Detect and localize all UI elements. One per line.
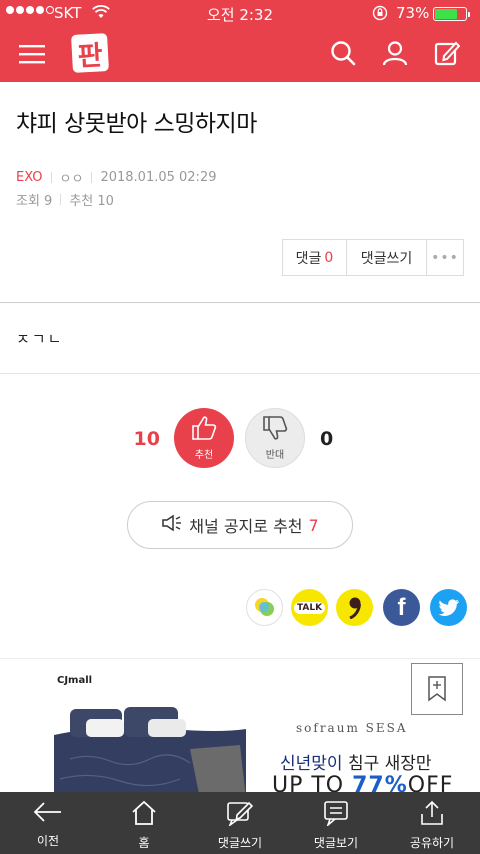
status-bar: SKT 오전 2:32 73% [0, 0, 480, 26]
article-meta: EXO ㅇㅇ 2018.01.05 02:29 [16, 168, 216, 187]
write-comment-icon [226, 800, 254, 830]
search-icon[interactable] [328, 38, 358, 68]
downvote-count: 0 [320, 428, 334, 450]
kakao-story-icon[interactable] [246, 589, 283, 626]
upvote-label: 추천 [194, 450, 214, 461]
ad-promo: UP TO 77%OFF [272, 773, 454, 792]
advertisement-banner[interactable]: CJmall sofraum SESA 신년맞이 침구 새장만 UP TO 77… [0, 658, 480, 792]
thumbs-down-icon [261, 415, 289, 445]
article-stats: 조회 9 추천 10 [16, 190, 114, 209]
battery-icon [433, 7, 470, 21]
tab-label: 공유하기 [409, 836, 455, 850]
bottom-toolbar: 이전 홈 댓글쓰기 댓글보기 공유하기 [0, 792, 480, 854]
notice-label: 채널 공지로 추천 [189, 517, 303, 536]
menu-icon[interactable] [16, 40, 48, 68]
recommend-count: 추천 10 [69, 194, 114, 209]
ad-headline: 신년맞이 침구 새장만 [280, 754, 432, 774]
megaphone-icon [161, 514, 183, 536]
tab-back[interactable]: 이전 [0, 792, 96, 854]
divider [0, 373, 480, 374]
tab-label: 홈 [138, 836, 150, 850]
upvote-count: 10 [133, 428, 160, 450]
compose-icon[interactable] [432, 38, 462, 68]
kakao-talk-icon[interactable]: TALK [291, 589, 328, 626]
bookmark-icon[interactable] [411, 663, 463, 715]
divider [0, 302, 480, 303]
thumbs-up-icon [190, 415, 218, 445]
bed-image [54, 707, 246, 792]
notice-count: 7 [308, 515, 319, 535]
view-count: 조회 9 [16, 194, 53, 209]
ad-brand: sofraum SESA [296, 721, 408, 735]
facebook-icon[interactable]: f [383, 589, 420, 626]
tab-label: 댓글쓰기 [217, 836, 263, 850]
article-action-group: 댓글 0 댓글쓰기 ••• [282, 239, 464, 276]
battery-percent: 73% [396, 4, 430, 22]
channel-link[interactable]: EXO [16, 170, 43, 185]
share-icon [418, 800, 446, 830]
post-date: 2018.01.05 02:29 [100, 170, 217, 185]
orientation-lock-icon [372, 5, 388, 25]
app-logo[interactable]: 판 [71, 33, 109, 73]
home-icon [130, 800, 158, 830]
kakao-quote-icon[interactable] [336, 589, 373, 626]
downvote-label: 반대 [265, 450, 285, 461]
tab-home[interactable]: 홈 [96, 792, 192, 854]
top-bar: SKT 오전 2:32 73% 판 [0, 0, 480, 82]
more-options-button[interactable]: ••• [427, 240, 463, 275]
twitter-icon[interactable] [430, 589, 467, 626]
comment-button[interactable]: 댓글 0 [283, 240, 347, 275]
downvote-button[interactable]: 반대 [245, 408, 305, 468]
back-arrow-icon [33, 800, 63, 828]
page: SKT 오전 2:32 73% 판 챠피 상못받아 스밍하지마 EXO ㅇㅇ 2… [0, 0, 480, 854]
tab-share[interactable]: 공유하기 [384, 792, 480, 854]
upvote-button[interactable]: 추천 [174, 408, 234, 468]
author-name: ㅇㅇ [59, 172, 84, 187]
advertiser-logo: CJmall [57, 675, 93, 686]
article-title: 챠피 상못받아 스밍하지마 [16, 111, 257, 137]
tab-label: 이전 [36, 834, 60, 848]
user-icon[interactable] [380, 38, 410, 68]
view-comments-icon [322, 800, 350, 830]
app-bar: 판 [0, 26, 480, 82]
tab-label: 댓글보기 [313, 836, 359, 850]
article-body: ㅈㄱㄴ [16, 330, 64, 348]
tab-view-comments[interactable]: 댓글보기 [288, 792, 384, 854]
tab-write-comment[interactable]: 댓글쓰기 [192, 792, 288, 854]
write-comment-button[interactable]: 댓글쓰기 [347, 240, 427, 275]
channel-notice-recommend-button[interactable]: 채널 공지로 추천 7 [127, 501, 353, 549]
